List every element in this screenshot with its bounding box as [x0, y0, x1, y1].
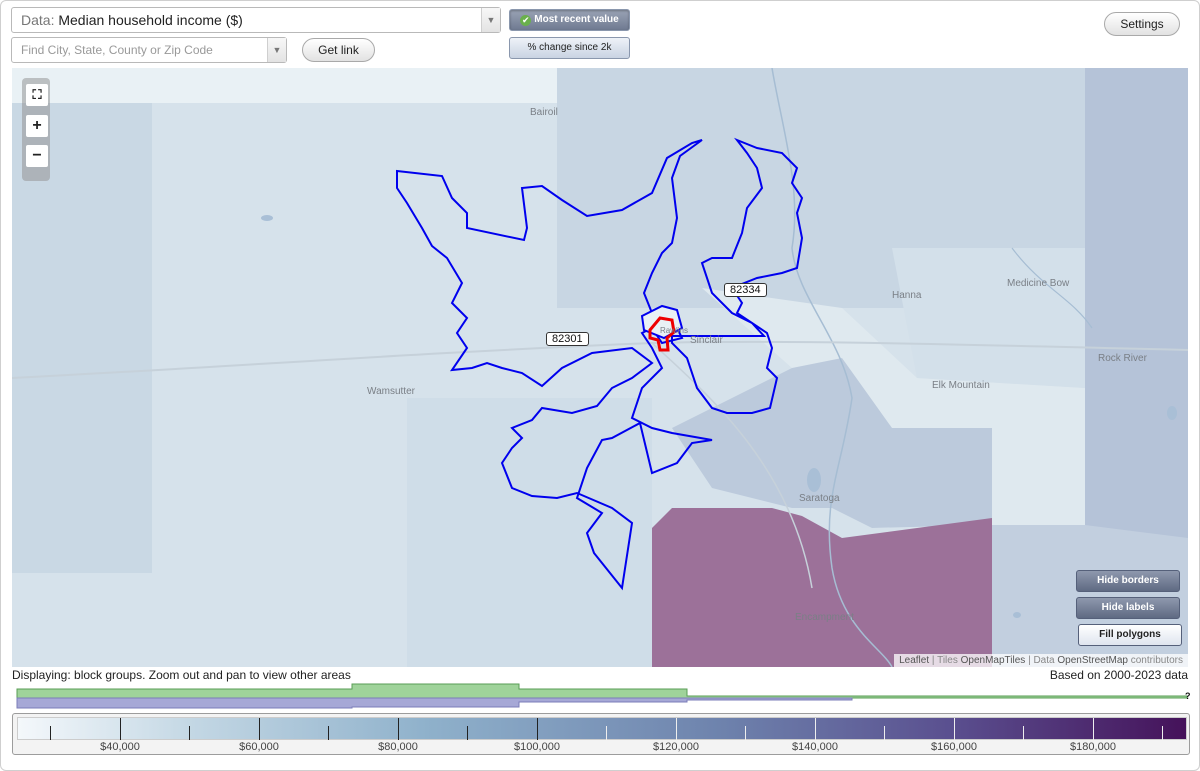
legend-label: $100,000	[514, 741, 560, 753]
legend-tick	[259, 718, 260, 740]
legend-label: $120,000	[653, 741, 699, 753]
legend-tick	[189, 726, 190, 740]
map-region	[12, 68, 557, 103]
fill-polygons-button[interactable]: Fill polygons	[1078, 624, 1182, 646]
pct-change-button[interactable]: % change since 2k	[509, 37, 630, 59]
zoom-out-icon[interactable]: −	[26, 145, 48, 167]
legend-label: $140,000	[792, 741, 838, 753]
lake	[1167, 406, 1177, 420]
lake	[261, 215, 273, 221]
legend-tick	[467, 726, 468, 740]
legend-label: $60,000	[239, 741, 279, 753]
hide-borders-button[interactable]: Hide borders	[1076, 570, 1180, 592]
attribution-text: | Tiles	[931, 655, 958, 666]
data-value: Median household income ($)	[58, 12, 243, 28]
attribution-text: | Data	[1028, 655, 1055, 666]
chevron-down-icon[interactable]: ▼	[267, 38, 286, 62]
help-icon[interactable]: ?	[1185, 691, 1191, 701]
get-link-button[interactable]: Get link	[302, 38, 375, 62]
lake	[807, 468, 821, 492]
legend-label: $40,000	[100, 741, 140, 753]
place-label: Saratoga	[799, 493, 840, 504]
settings-button[interactable]: Settings	[1104, 12, 1180, 36]
data-prefix: Data:	[21, 12, 55, 28]
place-label: Rock River	[1098, 353, 1147, 364]
histogram: ?	[16, 683, 1191, 709]
most-recent-button[interactable]: ✔ Most recent value	[509, 9, 630, 31]
place-label: Medicine Bow	[1007, 278, 1070, 289]
data-select[interactable]: Data: Median household income ($) ▼	[11, 7, 501, 33]
map-attribution: Leaflet | Tiles OpenMapTiles | Data Open…	[894, 654, 1188, 667]
place-label: Encampment	[795, 612, 854, 623]
location-search[interactable]: ▼	[11, 37, 287, 63]
zip-label-82301[interactable]: 82301	[546, 332, 589, 346]
legend-tick	[815, 718, 816, 740]
chevron-down-icon[interactable]: ▼	[481, 8, 500, 32]
data-range-status: Based on 2000-2023 data	[1049, 668, 1188, 682]
place-label: Sinclair	[690, 335, 723, 346]
legend-tick	[1023, 726, 1024, 740]
place-label: Wamsutter	[367, 386, 415, 397]
legend-tick	[954, 718, 955, 740]
legend-tick	[1162, 726, 1163, 740]
lake	[1013, 612, 1021, 618]
legend-tick	[328, 726, 329, 740]
legend-label: $180,000	[1070, 741, 1116, 753]
zoom-in-icon[interactable]: +	[26, 115, 48, 137]
hide-labels-button[interactable]: Hide labels	[1076, 597, 1180, 619]
most-recent-label: Most recent value	[534, 14, 619, 25]
attribution-text: contributors	[1130, 655, 1183, 666]
map-region	[407, 398, 652, 667]
map-region	[892, 248, 1085, 388]
osm-link[interactable]: OpenStreetMap	[1057, 655, 1128, 666]
openmaptiles-link[interactable]: OpenMapTiles	[961, 655, 1026, 666]
legend-tick	[537, 718, 538, 740]
legend-tick	[745, 726, 746, 740]
color-legend: $40,000 $60,000 $80,000 $100,000 $120,00…	[12, 713, 1190, 755]
legend-label: $160,000	[931, 741, 977, 753]
legend-gradient	[17, 717, 1187, 740]
zip-label-82334[interactable]: 82334	[724, 283, 767, 297]
legend-tick	[398, 718, 399, 740]
leaflet-link[interactable]: Leaflet	[899, 655, 929, 666]
legend-tick	[884, 726, 885, 740]
data-select-text: Data: Median household income ($)	[21, 12, 243, 28]
map[interactable]: ⛶ + − 82334 82301 Bairoil Wamsutter Hann…	[12, 68, 1188, 667]
legend-tick	[120, 718, 121, 740]
legend-label: $80,000	[378, 741, 418, 753]
search-input[interactable]	[13, 39, 267, 61]
legend-tick	[1093, 718, 1094, 740]
place-label: Hanna	[892, 290, 922, 301]
histogram-purple	[16, 697, 853, 709]
place-label: Elk Mountain	[932, 380, 990, 391]
map-canvas	[12, 68, 1188, 667]
legend-tick	[606, 726, 607, 740]
displaying-status: Displaying: block groups. Zoom out and p…	[12, 668, 351, 682]
fullscreen-icon[interactable]: ⛶	[26, 84, 48, 106]
place-label: Rawlins	[660, 326, 689, 335]
check-icon: ✔	[520, 15, 532, 26]
legend-tick	[50, 726, 51, 740]
histogram-green	[16, 683, 1188, 699]
legend-tick	[676, 718, 677, 740]
map-region-purple	[652, 508, 992, 667]
place-label: Bairoil	[530, 107, 558, 118]
zoom-control: ⛶ + −	[22, 78, 50, 181]
